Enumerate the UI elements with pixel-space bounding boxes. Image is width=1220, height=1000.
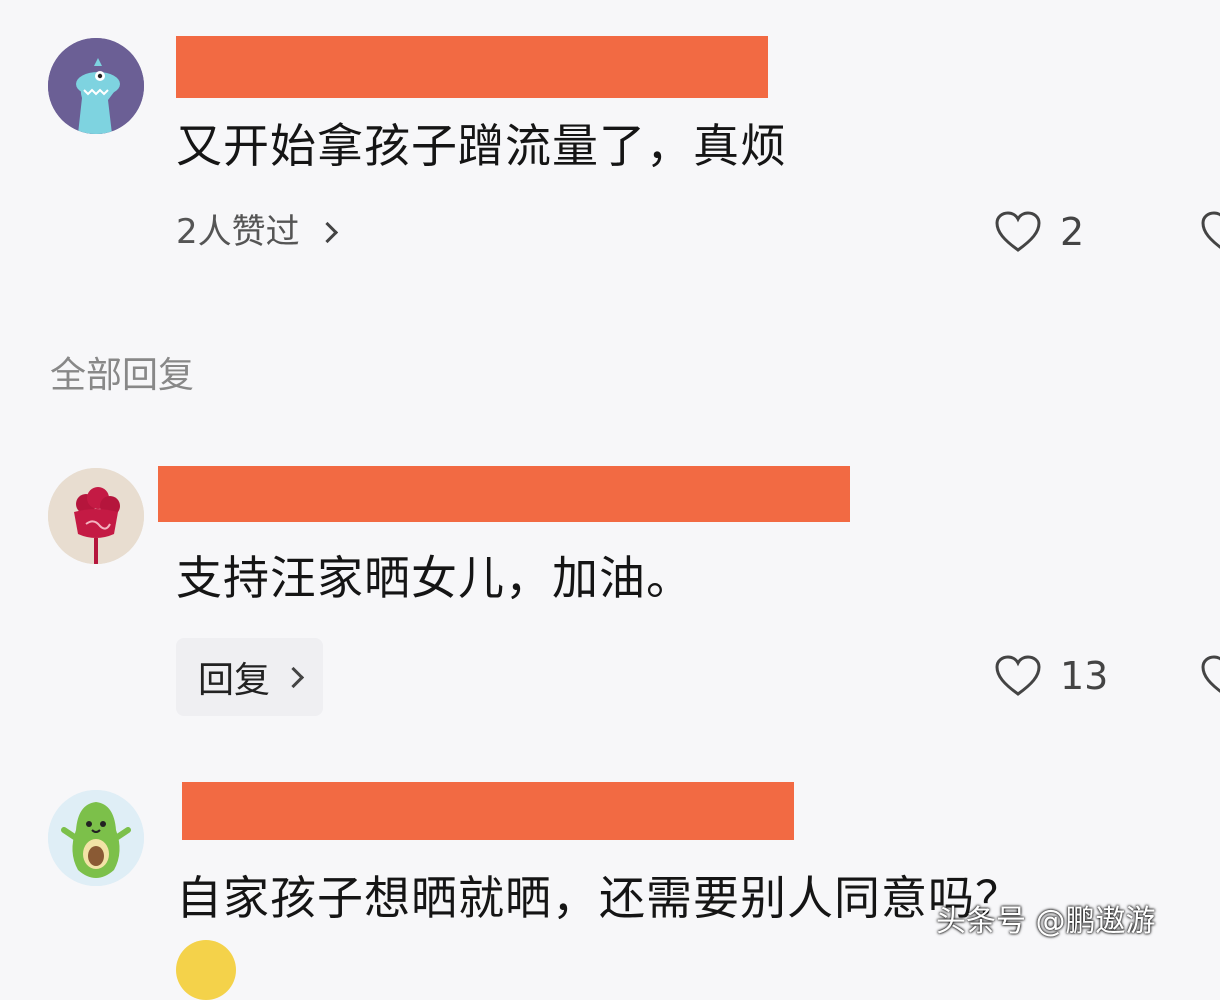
- reply-label: 回复: [198, 660, 271, 701]
- avatar-comment-4-partial[interactable]: [176, 940, 236, 1000]
- heart-icon: [995, 211, 1041, 252]
- replies-section-label: 全部回复: [50, 355, 195, 396]
- like-count: 13: [1060, 654, 1109, 698]
- like-count: 2: [1060, 210, 1085, 254]
- watermark: 头条号 @鹏遨游: [936, 904, 1156, 939]
- dinosaur-avatar-icon: [48, 38, 144, 134]
- like-button[interactable]: 13: [994, 654, 1108, 698]
- avatar-comment-1[interactable]: [48, 38, 144, 134]
- reply-button[interactable]: 回复: [176, 638, 324, 716]
- heart-icon: [995, 655, 1041, 696]
- chevron-right-icon: [282, 666, 305, 688]
- avocado-avatar-icon: [48, 790, 144, 886]
- comment-text: 自家孩子想晒就晒，还需要别人同意吗？: [176, 871, 1022, 925]
- more-heart-icon[interactable]: [1200, 210, 1220, 254]
- username-redacted: [176, 36, 768, 98]
- avatar-comment-3[interactable]: [48, 790, 144, 886]
- username-redacted: [182, 782, 794, 840]
- like-button[interactable]: 2: [994, 210, 1084, 254]
- more-heart-icon[interactable]: [1200, 654, 1220, 698]
- chevron-right-icon: [316, 221, 338, 243]
- comment-text: 又开始拿孩子蹭流量了，真烦: [176, 119, 787, 173]
- comment-text: 支持汪家晒女儿，加油。: [176, 551, 693, 605]
- username-redacted: [158, 466, 850, 522]
- likers-text: 2人赞过: [176, 212, 300, 252]
- likers-link[interactable]: 2人赞过: [176, 212, 338, 252]
- avatar-comment-2[interactable]: [48, 468, 144, 564]
- rose-avatar-icon: [48, 468, 144, 564]
